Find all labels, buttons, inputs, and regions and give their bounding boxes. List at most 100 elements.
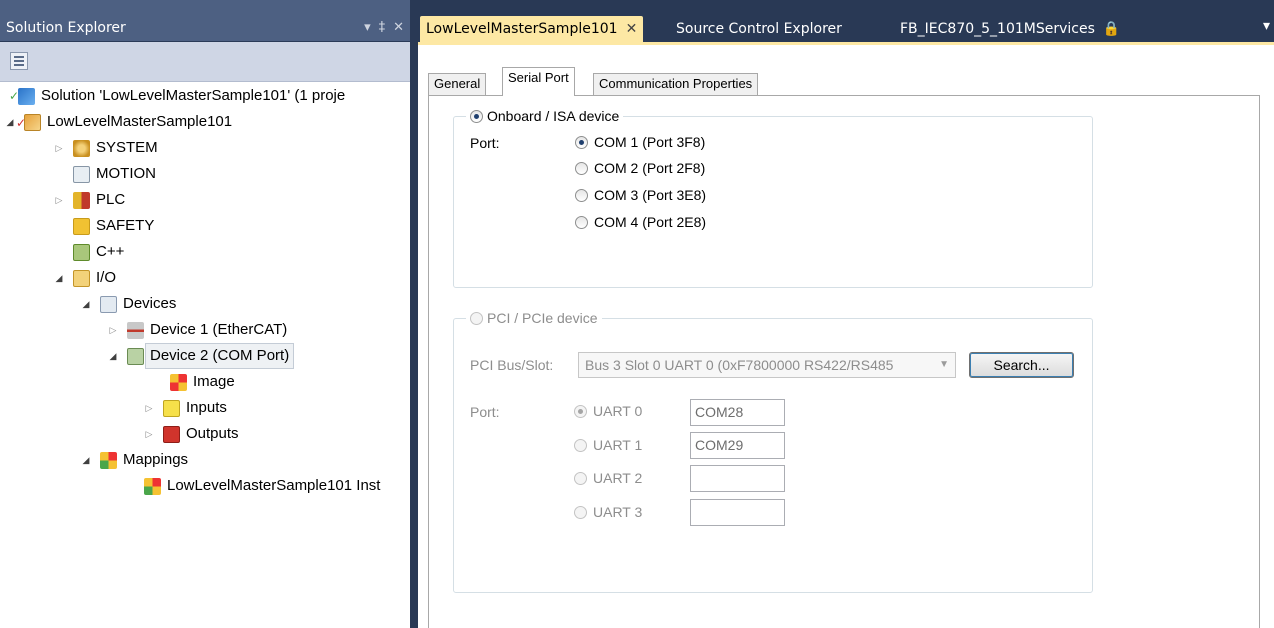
collapsed-arrow-icon[interactable]: ▷ (143, 396, 155, 420)
com4-option[interactable]: COM 4 (Port 2E8) (575, 214, 706, 230)
uart2-field[interactable] (690, 465, 785, 492)
tab-fb-iec870-services[interactable]: FB_IEC870_5_101MServices 🔒 (894, 16, 1126, 42)
tab-lowlevelmastersample101[interactable]: LowLevelMasterSample101 ✕ (420, 16, 644, 42)
tree-item-motion[interactable]: MOTION (73, 162, 156, 186)
tree-item-system[interactable]: ▷ SYSTEM (53, 136, 158, 160)
tree-item-label: Device 1 (EtherCAT) (150, 321, 288, 338)
outputs-icon (163, 425, 180, 443)
dropdown-arrow-icon[interactable]: ▾ (364, 20, 371, 35)
uart3-radio[interactable] (574, 505, 587, 519)
pin-icon[interactable]: ‡ (379, 20, 386, 35)
system-icon (73, 139, 90, 157)
solution-explorer-titlebar: Solution Explorer ▾ ‡ ✕ (0, 0, 410, 42)
panel-splitter[interactable] (410, 0, 418, 628)
uart0-field[interactable]: COM28 (690, 399, 785, 426)
collapsed-arrow-icon[interactable]: ▷ (107, 318, 119, 342)
uart3-option[interactable]: UART 3 (574, 504, 642, 520)
search-button[interactable]: Search... (969, 352, 1074, 378)
uart3-label: UART 3 (593, 504, 643, 520)
uart3-field[interactable] (690, 499, 785, 526)
com4-label: COM 4 (Port 2E8) (594, 214, 707, 230)
com2-option[interactable]: COM 2 (Port 2F8) (575, 160, 705, 176)
expanded-arrow-icon[interactable]: ◢ (80, 448, 92, 472)
uart2-radio[interactable] (574, 471, 587, 485)
tree-item-label: SYSTEM (96, 139, 158, 156)
pci-bus-slot-select[interactable]: Bus 3 Slot 0 UART 0 (0xF7800000 RS422/RS… (578, 352, 956, 378)
ethercat-icon (127, 321, 144, 339)
uart1-field[interactable]: COM29 (690, 432, 785, 459)
tab-serial-port[interactable]: Serial Port (502, 67, 575, 96)
tree-item-label: LowLevelMasterSample101 Inst (167, 477, 381, 494)
tree-item-label: MOTION (96, 165, 156, 182)
tab-general[interactable]: General (428, 73, 487, 95)
tree-item-label: I/O (96, 269, 117, 286)
tree-item-plc[interactable]: ▷ PLC (53, 188, 125, 212)
safety-icon (73, 217, 90, 235)
uart2-label: UART 2 (593, 470, 643, 486)
tree-item-device-2[interactable]: ◢ Device 2 (COM Port) (107, 343, 295, 369)
mapping-instance-icon (144, 477, 161, 495)
com1-radio[interactable] (575, 135, 588, 149)
collapsed-arrow-icon[interactable]: ▷ (143, 422, 155, 446)
expanded-arrow-icon[interactable]: ◢ (80, 292, 92, 316)
tree-item-safety[interactable]: SAFETY (73, 214, 154, 238)
solution-explorer-title: Solution Explorer (6, 20, 126, 36)
properties-icon[interactable] (10, 52, 28, 70)
solution-explorer-panel: Solution Explorer ▾ ‡ ✕ Solution 'LowLev… (0, 0, 410, 628)
uart1-option[interactable]: UART 1 (574, 437, 642, 453)
lock-icon: 🔒 (1102, 21, 1121, 37)
uart0-radio[interactable] (574, 404, 587, 418)
tree-item-mapping-instance[interactable]: LowLevelMasterSample101 Inst (144, 474, 380, 498)
tab-communication-properties[interactable]: Communication Properties (593, 73, 759, 95)
expanded-arrow-icon[interactable]: ◢ (107, 344, 119, 368)
tree-item-label: Image (193, 373, 235, 390)
solution-tree: Solution 'LowLevelMasterSample101' (1 pr… (0, 82, 410, 628)
pci-groupbox: PCI / PCIe device PCI Bus/Slot: Bus 3 Sl… (453, 310, 1093, 593)
tree-item-label: Inputs (186, 399, 227, 416)
com3-option[interactable]: COM 3 (Port 3E8) (575, 187, 706, 203)
cpp-icon (73, 243, 90, 261)
tab-source-control-explorer[interactable]: Source Control Explorer (670, 16, 848, 42)
motion-icon (73, 165, 90, 183)
com-port-icon (127, 347, 144, 365)
close-icon[interactable]: ✕ (393, 20, 404, 35)
tree-item-outputs[interactable]: ▷ Outputs (143, 422, 239, 446)
plc-icon (73, 191, 90, 209)
project-icon (16, 111, 41, 135)
tree-item-project[interactable]: ◢ LowLevelMasterSample101 (4, 110, 233, 135)
tree-item-inputs[interactable]: ▷ Inputs (143, 396, 227, 420)
uart0-option[interactable]: UART 0 (574, 403, 642, 419)
collapsed-arrow-icon[interactable]: ▷ (53, 136, 65, 160)
image-icon (170, 373, 187, 391)
com1-option[interactable]: COM 1 (Port 3F8) (575, 134, 705, 150)
tab-label: Source Control Explorer (676, 21, 842, 37)
expanded-arrow-icon[interactable]: ◢ (4, 110, 16, 134)
com3-radio[interactable] (575, 188, 588, 202)
tree-item-label: C++ (96, 243, 125, 260)
tab-overflow-icon[interactable]: ▾ (1263, 18, 1270, 34)
close-tab-icon[interactable]: ✕ (626, 21, 638, 37)
pci-bus-slot-label: PCI Bus/Slot: (470, 357, 554, 373)
tree-item-label: Outputs (186, 425, 239, 442)
tree-item-io[interactable]: ◢ I/O (53, 266, 116, 290)
com2-radio[interactable] (575, 161, 588, 175)
expanded-arrow-icon[interactable]: ◢ (53, 266, 65, 290)
panel-controls: ▾ ‡ ✕ (364, 20, 404, 35)
collapsed-arrow-icon[interactable]: ▷ (53, 188, 65, 212)
tree-item-label: Mappings (123, 451, 189, 468)
tree-item-devices[interactable]: ◢ Devices (80, 292, 176, 316)
pci-bus-slot-value: Bus 3 Slot 0 UART 0 (0xF7800000 RS422/RS… (585, 357, 894, 373)
com4-radio[interactable] (575, 215, 588, 229)
onboard-groupbox: Onboard / ISA device Port: COM 1 (Port 3… (453, 108, 1093, 288)
tree-item-image[interactable]: Image (170, 370, 235, 394)
uart2-option[interactable]: UART 2 (574, 470, 642, 486)
tree-item-mappings[interactable]: ◢ Mappings (80, 448, 188, 472)
uart1-radio[interactable] (574, 438, 587, 452)
tree-item-device-1[interactable]: ▷ Device 1 (EtherCAT) (107, 318, 287, 342)
pci-device-radio[interactable] (470, 311, 483, 325)
tree-item-cpp[interactable]: C++ (73, 240, 124, 264)
tree-item-label: LowLevelMasterSample101 (47, 113, 233, 130)
tree-item-label: Devices (123, 295, 177, 312)
tree-item-solution[interactable]: Solution 'LowLevelMasterSample101' (1 pr… (9, 84, 345, 108)
onboard-device-radio[interactable] (470, 109, 483, 123)
